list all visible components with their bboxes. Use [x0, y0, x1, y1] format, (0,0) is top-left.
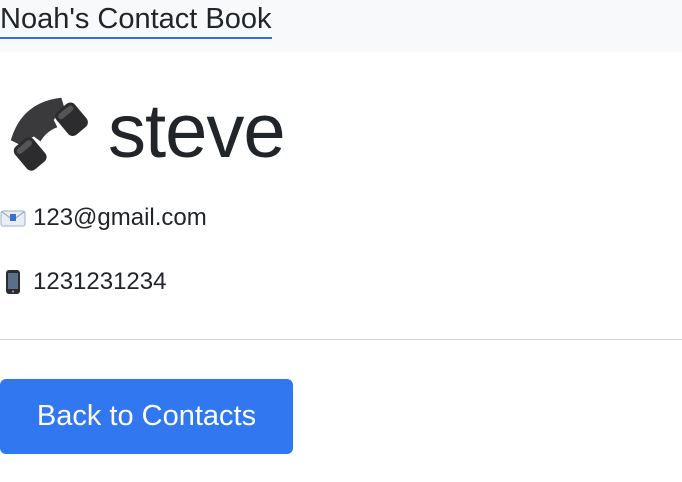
back-to-contacts-button[interactable]: Back to Contacts	[0, 379, 293, 454]
envelope-icon	[0, 205, 26, 231]
mobile-phone-icon	[0, 269, 26, 295]
telephone-receiver-icon	[0, 85, 94, 179]
navbar: Noah's Contact Book	[0, 0, 682, 52]
contact-phone-row: 1231231234	[0, 266, 166, 298]
divider	[0, 339, 682, 340]
contact-email-row: 123@gmail.com	[0, 202, 207, 234]
contact-email: 123@gmail.com	[33, 204, 207, 231]
contact-header: steve	[0, 82, 286, 182]
brand-link[interactable]: Noah's Contact Book	[0, 1, 272, 39]
contact-name: steve	[108, 89, 286, 174]
contact-phone: 1231231234	[33, 268, 167, 295]
